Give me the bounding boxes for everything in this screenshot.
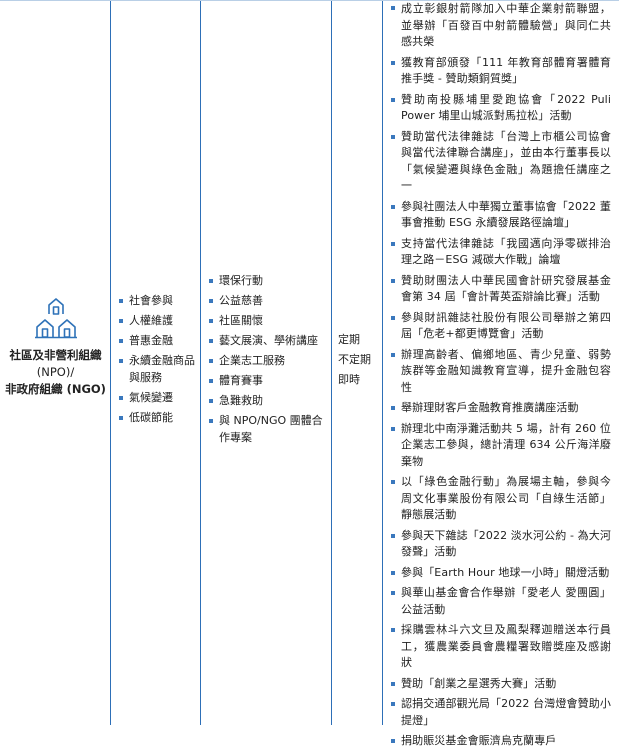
- list-item: 普惠金融: [117, 333, 196, 350]
- topics-column: 社會參與 人權維護 普惠金融 永續金融商品與服務 氣候變遷 低碳節能: [111, 1, 201, 725]
- list-item: 舉辦理財客戶金融教育推廣講座活動: [389, 400, 611, 417]
- list-item: 捐助賑災基金會賑濟烏克蘭專戶: [389, 733, 611, 750]
- list-item: 企業志工服務: [207, 353, 327, 370]
- list-item: 參與「Earth Hour 地球一小時」關燈活動: [389, 565, 611, 582]
- frequency-item: 即時: [338, 373, 360, 386]
- frequency-item: 定期: [338, 333, 360, 346]
- list-item: 參與財訊雜誌社股份有限公司舉辦之第四屆「危老+都更博覽會」活動: [389, 310, 611, 343]
- list-item: 體育賽事: [207, 373, 327, 390]
- list-item: 辦理北中南淨灘活動共 5 場，計有 260 位企業志工參與，總計清理 634 公…: [389, 421, 611, 471]
- building-icon: [34, 298, 77, 339]
- channels-list: 環保行動 公益慈善 社區關懷 藝文展演、學術講座 企業志工服務 體育賽事 急難救…: [207, 273, 327, 450]
- frequency-cell: 定期 不定期 即時: [338, 330, 371, 390]
- stakeholder-cell: 社區及非營利組織 (NPO)/ 非政府組織 (NGO): [0, 297, 111, 398]
- stakeholder-name: 社區及非營利組織: [9, 348, 102, 362]
- stakeholder-table: 社區及非營利組織 (NPO)/ 非政府組織 (NGO) 社會參與 人權維護 普惠…: [0, 0, 619, 747]
- channels-column: 環保行動 公益慈善 社區關懷 藝文展演、學術講座 企業志工服務 體育賽事 急難救…: [201, 1, 332, 725]
- list-item: 採購雲林斗六文旦及鳳梨釋迦贈送本行員工，獲農業委員會農糧署致贈獎座及感謝狀: [389, 622, 611, 672]
- frequency-item: 不定期: [338, 353, 371, 366]
- stakeholder-abbrev: (NPO)/: [36, 365, 75, 379]
- list-item: 永續金融商品與服務: [117, 353, 196, 386]
- list-item: 認捐交通部觀光局「2022 台灣燈會贊助小提燈」: [389, 696, 611, 729]
- list-item: 支持當代法律雜誌「我國邁向淨零碳排治理之路－ESG 減碳大作戰」論壇: [389, 236, 611, 269]
- list-item: 低碳節能: [117, 410, 196, 427]
- actions-column: 成立彰銀射箭隊加入中華企業射箭聯盟，並舉辦「百發百中射箭體驗營」與同仁共感共榮 …: [383, 1, 619, 747]
- list-item: 贊助「創業之星選秀大賽」活動: [389, 676, 611, 693]
- list-item: 人權維護: [117, 313, 196, 330]
- list-item: 贊助當代法律雜誌「台灣上市櫃公司協會與當代法律聯合講座」，並由本行董事長以「氣候…: [389, 129, 611, 195]
- list-item: 贊助財團法人中華民國會計研究發展基金會第 34 屆「會計菁英盃辯論比賽」活動: [389, 273, 611, 306]
- list-item: 參與社團法人中華獨立董事協會「2022 董事會推動 ESG 永續發展路徑論壇」: [389, 199, 611, 232]
- actions-list: 成立彰銀射箭隊加入中華企業射箭聯盟，並舉辦「百發百中射箭體驗營」與同仁共感共榮 …: [389, 1, 611, 754]
- list-item: 參與天下雜誌「2022 淡水河公約 - 為大河發聲」活動: [389, 528, 611, 561]
- list-item: 與 NPO/NGO 團體合作專案: [207, 413, 327, 446]
- list-item: 與華山基金會合作舉辦「愛老人 愛團圓」公益活動: [389, 585, 611, 618]
- stakeholder-column: 社區及非營利組織 (NPO)/ 非政府組織 (NGO): [0, 1, 111, 725]
- list-item: 環保行動: [207, 273, 327, 290]
- list-item: 社區關懷: [207, 313, 327, 330]
- list-item: 成立彰銀射箭隊加入中華企業射箭聯盟，並舉辦「百發百中射箭體驗營」與同仁共感共榮: [389, 1, 611, 51]
- list-item: 辦理高齡者、偏鄉地區、青少兒童、弱勢族群等金融知識教育宣導，提升金融包容性: [389, 347, 611, 397]
- frequency-column: 定期 不定期 即時: [332, 1, 383, 725]
- list-item: 贊助南投縣埔里愛跑協會「2022 Puli Power 埔里山城派對馬拉松」活動: [389, 92, 611, 125]
- list-item: 急難救助: [207, 393, 327, 410]
- list-item: 藝文展演、學術講座: [207, 333, 327, 350]
- stakeholder-name-ngo: 非政府組織 (NGO): [5, 382, 106, 396]
- list-item: 公益慈善: [207, 293, 327, 310]
- list-item: 以「綠色金融行動」為展場主軸，參與今周文化事業股份有限公司「自綠生活節」靜態展活…: [389, 474, 611, 524]
- list-item: 氣候變遷: [117, 390, 196, 407]
- list-item: 獲教育部頒發「111 年教育部體育署體育推手獎 - 贊助類銅質獎」: [389, 55, 611, 88]
- list-item: 社會參與: [117, 293, 196, 310]
- topics-list: 社會參與 人權維護 普惠金融 永續金融商品與服務 氣候變遷 低碳節能: [117, 293, 196, 430]
